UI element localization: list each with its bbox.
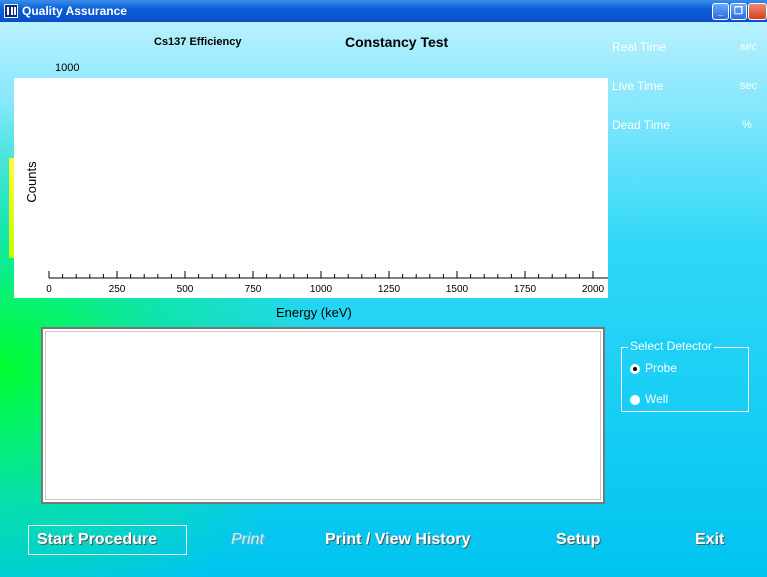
x-tick-label: 500 bbox=[177, 284, 194, 295]
x-tick-label: 1750 bbox=[514, 284, 537, 295]
spectrum-chart-svg: 0 250 500 750 1000 1250 1500 1750 2000 Counts bbox=[24, 161, 608, 295]
x-tick-label: 2000 bbox=[582, 284, 605, 295]
dead-time-label: Dead Time bbox=[612, 118, 671, 132]
select-detector-group: Select Detector bbox=[621, 339, 749, 412]
radio-selected-dot bbox=[633, 367, 637, 371]
x-tick-label: 1500 bbox=[446, 284, 469, 295]
well-radio[interactable] bbox=[630, 395, 640, 405]
print-button[interactable]: Print bbox=[231, 531, 264, 549]
probe-radio-label[interactable]: Probe bbox=[645, 361, 677, 375]
select-detector-title: Select Detector bbox=[628, 339, 715, 353]
real-time-label: Real Time bbox=[612, 40, 667, 54]
x-tick-label: 250 bbox=[109, 284, 126, 295]
start-procedure-button[interactable]: Start Procedure bbox=[37, 531, 157, 549]
probe-radio[interactable] bbox=[630, 364, 640, 374]
app-icon bbox=[4, 4, 18, 18]
print-view-history-button[interactable]: Print / View History bbox=[325, 531, 471, 549]
test-name-label: Constancy Test bbox=[345, 34, 449, 50]
x-tick-label: 1000 bbox=[310, 284, 333, 295]
window-title: Quality Assurance bbox=[22, 4, 127, 18]
x-tick-label: 0 bbox=[46, 284, 52, 295]
real-time-unit: sec bbox=[740, 41, 758, 53]
efficiency-label: Cs137 Efficiency bbox=[154, 36, 242, 48]
well-radio-label[interactable]: Well bbox=[645, 392, 668, 406]
x-tick-label: 750 bbox=[245, 284, 262, 295]
minimize-button[interactable]: _ bbox=[712, 3, 729, 20]
live-time-unit: sec bbox=[740, 80, 758, 92]
live-time-label: Live Time bbox=[612, 79, 664, 93]
spectrum-chart: 0 250 500 750 1000 1250 1500 1750 2000 Counts bbox=[14, 78, 608, 298]
exit-button[interactable]: Exit bbox=[695, 531, 724, 549]
restore-button[interactable]: ❐ bbox=[730, 3, 747, 20]
dead-time-unit: % bbox=[742, 119, 752, 131]
y-max-label: 1000 bbox=[55, 62, 80, 74]
x-tick-label: 1250 bbox=[378, 284, 401, 295]
close-button[interactable] bbox=[748, 3, 767, 20]
x-axis-label: Energy (keV) bbox=[276, 305, 352, 320]
title-bar: Quality Assurance _ ❐ bbox=[0, 0, 767, 22]
results-log bbox=[41, 327, 605, 504]
setup-button[interactable]: Setup bbox=[556, 531, 600, 549]
y-axis-label: Counts bbox=[24, 161, 39, 203]
